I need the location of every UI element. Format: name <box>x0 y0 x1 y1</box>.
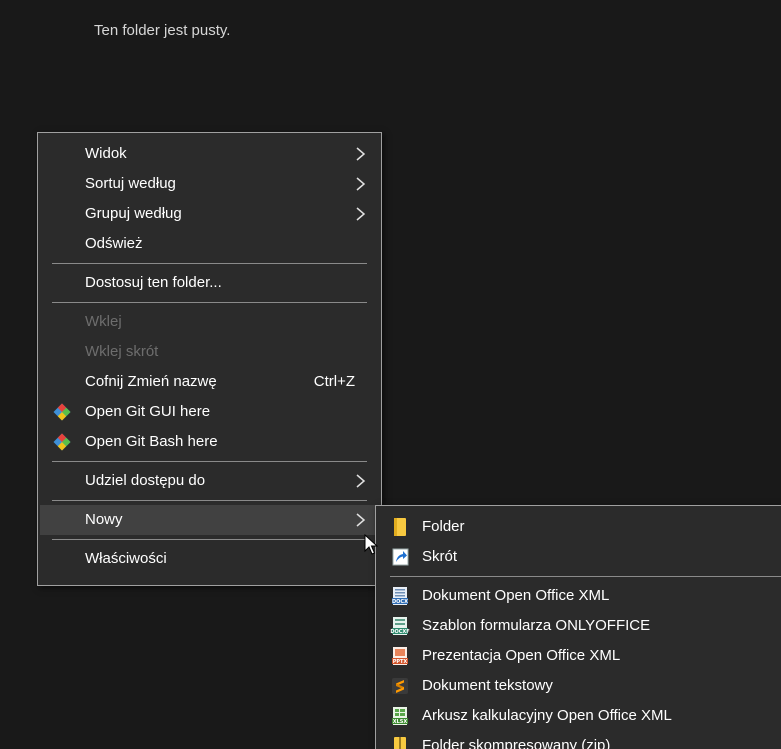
svg-text:DOCXF: DOCXF <box>390 629 409 635</box>
submenu-item-folder[interactable]: Folder <box>376 512 781 542</box>
svg-text:PPTX: PPTX <box>393 659 408 665</box>
submenu-item-label: Dokument tekstowy <box>422 677 553 694</box>
git-icon <box>52 432 72 452</box>
menu-item-label: Udziel dostępu do <box>85 472 206 489</box>
docx-file-icon: DOCX <box>390 586 410 606</box>
menu-item-label: Wklej skrót <box>85 343 159 360</box>
menu-separator <box>52 263 367 264</box>
menu-item-open-git-bash[interactable]: Open Git Bash here <box>38 427 381 457</box>
submenu-item-label: Dokument Open Office XML <box>422 587 610 604</box>
menu-separator <box>52 302 367 303</box>
shortcut-label: Ctrl+Z <box>313 373 355 390</box>
menu-item-label: Nowy <box>85 511 123 528</box>
context-menu: Widok Sortuj według Grupuj według Odświe… <box>37 132 382 586</box>
menu-item-refresh[interactable]: Odśwież <box>38 229 381 259</box>
chevron-right-icon <box>355 169 367 199</box>
xlsx-file-icon: XLSX <box>390 706 410 726</box>
empty-folder-message: Ten folder jest pusty. <box>94 22 231 39</box>
menu-item-new[interactable]: Nowy <box>40 505 379 535</box>
menu-item-properties[interactable]: Właściwości <box>38 544 381 574</box>
menu-item-label: Właściwości <box>85 550 167 567</box>
menu-item-label: Sortuj według <box>85 175 176 192</box>
menu-item-give-access[interactable]: Udziel dostępu do <box>38 466 381 496</box>
svg-text:DOCX: DOCX <box>392 599 408 605</box>
menu-item-paste: Wklej <box>38 307 381 337</box>
submenu-item-label: Folder skompresowany (zip) <box>422 737 611 749</box>
submenu-item-label: Folder <box>422 518 465 535</box>
folder-icon <box>390 517 410 537</box>
menu-separator <box>52 539 367 540</box>
shortcut-icon <box>390 547 410 567</box>
docxf-file-icon: DOCXF <box>390 616 410 636</box>
submenu-item-label: Skrót <box>422 548 458 565</box>
mouse-cursor-icon <box>364 533 379 556</box>
chevron-right-icon <box>355 466 367 496</box>
submenu-item-docxf[interactable]: DOCXF Szablon formularza ONLYOFFICE <box>376 611 781 641</box>
new-submenu: Folder Skrót DOCX Dokument Open Office X… <box>375 505 781 749</box>
menu-item-label: Open Git Bash here <box>85 433 218 450</box>
pptx-file-icon: PPTX <box>390 646 410 666</box>
chevron-right-icon <box>355 199 367 229</box>
chevron-right-icon <box>355 505 367 535</box>
submenu-item-pptx[interactable]: PPTX Prezentacja Open Office XML <box>376 641 781 671</box>
menu-separator <box>52 500 367 501</box>
submenu-item-zip-folder[interactable]: Folder skompresowany (zip) <box>376 731 781 749</box>
submenu-item-text-document[interactable]: Dokument tekstowy <box>376 671 781 701</box>
menu-item-sort-by[interactable]: Sortuj według <box>38 169 381 199</box>
zip-folder-icon <box>390 736 410 749</box>
submenu-item-label: Prezentacja Open Office XML <box>422 647 621 664</box>
menu-item-label: Cofnij Zmień nazwę <box>85 373 217 390</box>
submenu-item-label: Arkusz kalkulacyjny Open Office XML <box>422 707 672 724</box>
menu-item-view[interactable]: Widok <box>38 139 381 169</box>
menu-item-paste-shortcut: Wklej skrót <box>38 337 381 367</box>
menu-item-label: Wklej <box>85 313 122 330</box>
menu-separator <box>52 461 367 462</box>
menu-item-label: Odśwież <box>85 235 143 252</box>
svg-text:XLSX: XLSX <box>393 719 408 725</box>
sublime-text-icon <box>390 676 410 696</box>
git-icon <box>52 402 72 422</box>
submenu-item-docx[interactable]: DOCX Dokument Open Office XML <box>376 581 781 611</box>
menu-item-undo-rename[interactable]: Cofnij Zmień nazwę Ctrl+Z <box>38 367 381 397</box>
menu-item-label: Dostosuj ten folder... <box>85 274 222 291</box>
explorer-window: Ten folder jest pusty. Widok Sortuj wedł… <box>0 0 781 749</box>
menu-item-customize-folder[interactable]: Dostosuj ten folder... <box>38 268 381 298</box>
submenu-item-xlsx[interactable]: XLSX Arkusz kalkulacyjny Open Office XML <box>376 701 781 731</box>
menu-item-label: Widok <box>85 145 127 162</box>
menu-separator <box>390 576 781 577</box>
menu-item-open-git-gui[interactable]: Open Git GUI here <box>38 397 381 427</box>
submenu-item-shortcut[interactable]: Skrót <box>376 542 781 572</box>
menu-item-label: Grupuj według <box>85 205 182 222</box>
menu-item-label: Open Git GUI here <box>85 403 211 420</box>
chevron-right-icon <box>355 139 367 169</box>
menu-item-group-by[interactable]: Grupuj według <box>38 199 381 229</box>
submenu-item-label: Szablon formularza ONLYOFFICE <box>422 617 651 634</box>
